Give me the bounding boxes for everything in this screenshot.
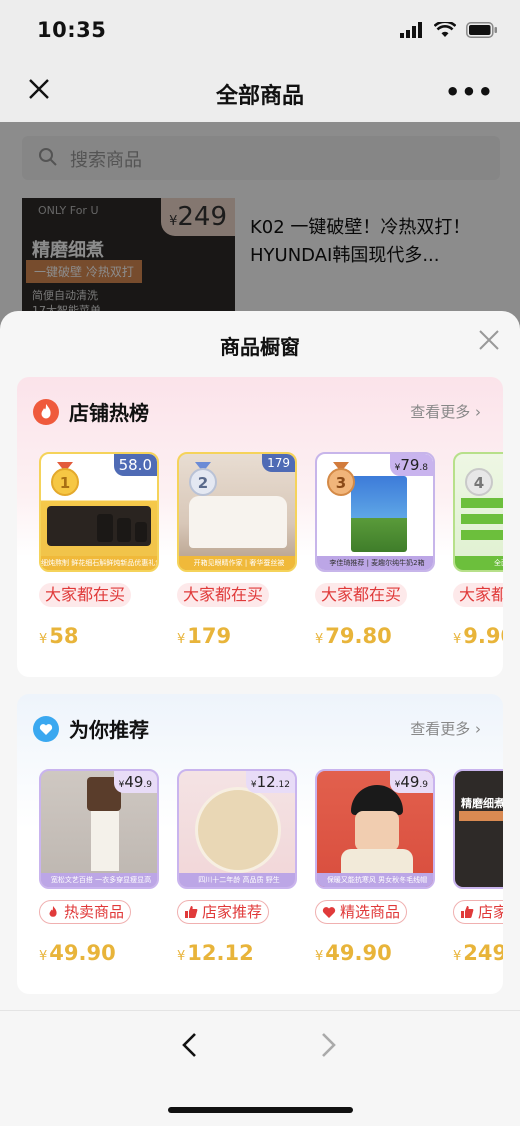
item-price: ¥179 bbox=[177, 624, 232, 648]
product-image[interactable]: ¥12.12 四川十二年龄 高品质 野生 bbox=[177, 769, 297, 889]
more-menu-button[interactable]: ••• bbox=[445, 78, 494, 106]
page-title: 全部商品 bbox=[215, 84, 304, 109]
item-price: ¥249 bbox=[453, 941, 503, 965]
image-caption: 四川十二年龄 高品质 野生 bbox=[179, 873, 295, 887]
product-image[interactable]: 1 58.0 细炖熬制 鲜花细石斛鲜炖新品优惠礼盒装 bbox=[39, 452, 159, 572]
heart-icon bbox=[33, 715, 59, 742]
image-caption: 全面保护衣物 bbox=[455, 556, 503, 570]
svg-text:4: 4 bbox=[474, 474, 484, 492]
rank-badge-icon: 4 bbox=[465, 468, 493, 496]
rank-medal-silver-icon: 2 bbox=[189, 462, 217, 496]
price-badge: ¥49.9 bbox=[113, 771, 157, 793]
item-price: ¥79.80 bbox=[315, 624, 392, 648]
product-image[interactable]: 3 ¥79.8 李佳琦推荐 | 麦趣尔纯牛奶2箱 bbox=[315, 452, 435, 572]
svg-text:2: 2 bbox=[198, 474, 208, 492]
price-badge: ¥12.12 bbox=[245, 771, 295, 793]
tag-hot-selling: 热卖商品 bbox=[39, 900, 132, 924]
thumbs-up-icon bbox=[185, 906, 198, 918]
item-price: ¥12.12 bbox=[177, 941, 254, 965]
fire-icon bbox=[33, 398, 59, 425]
rank-medal-gold-icon: 1 bbox=[51, 462, 79, 496]
image-caption: 保暖又能抗寒风 男女秋冬毛线帽 bbox=[317, 873, 433, 887]
recommend-see-more[interactable]: 查看更多 › bbox=[410, 718, 481, 739]
tag-everyone-buying: 大家都在买 bbox=[177, 583, 270, 607]
item-price: ¥58 bbox=[39, 624, 79, 648]
tag-shop-recommend: 店家推荐 bbox=[453, 900, 503, 924]
hot-list-card: 店铺热榜 查看更多 › 1 58.0 细炖熬制 鲜花细石斛鲜炖新品优惠礼盒装 大… bbox=[17, 377, 503, 677]
chevron-right-icon: › bbox=[475, 720, 481, 738]
wifi-icon bbox=[434, 22, 456, 37]
price-badge: ¥79.8 bbox=[389, 454, 433, 476]
tag-shop-recommend: 店家推荐 bbox=[177, 900, 270, 924]
item-price: ¥49.90 bbox=[39, 941, 116, 965]
tag-everyone-buying: 大家都在买 bbox=[315, 583, 408, 607]
heart-icon bbox=[322, 907, 336, 918]
rank-medal-bronze-icon: 3 bbox=[327, 462, 355, 496]
sheet-close-icon[interactable] bbox=[478, 329, 500, 351]
image-caption: 精磨细煮 bbox=[461, 797, 503, 810]
price-badge: 179 bbox=[262, 454, 295, 472]
product-image[interactable]: 2 179 开箱见眼睛作家 | 奢华蚕丝被 bbox=[177, 452, 297, 572]
thumbs-up-icon bbox=[461, 906, 474, 918]
back-arrow-icon[interactable] bbox=[180, 1031, 198, 1059]
home-indicator[interactable] bbox=[168, 1107, 353, 1113]
item-price: ¥49.90 bbox=[315, 941, 392, 965]
product-window-sheet: 商品橱窗 店铺热榜 查看更多 › 1 58.0 细炖熬制 鲜花细石斛鲜炖新品优惠… bbox=[0, 311, 520, 1126]
tag-everyone-buying: 大家都在买 bbox=[39, 583, 132, 607]
sheet-title: 商品橱窗 bbox=[220, 335, 300, 359]
recommend-title: 为你推荐 bbox=[69, 718, 149, 742]
hot-list-see-more[interactable]: 查看更多 › bbox=[410, 401, 481, 422]
product-image[interactable]: ¥49.9 保暖又能抗寒风 男女秋冬毛线帽 bbox=[315, 769, 435, 889]
recommend-items: ¥49.9 宽松文艺百搭 一衣多穿显瘦显高 热卖商品 ¥49.90 ¥12.12… bbox=[39, 769, 503, 984]
chevron-right-icon: › bbox=[475, 403, 481, 421]
image-caption: 开箱见眼睛作家 | 奢华蚕丝被 bbox=[179, 556, 295, 570]
tag-featured: 精选商品 bbox=[315, 900, 408, 924]
svg-text:3: 3 bbox=[336, 474, 346, 492]
nav-bar: 全部商品 ••• bbox=[0, 62, 520, 122]
price-badge: 58.0 bbox=[113, 454, 157, 476]
fire-icon bbox=[49, 906, 57, 917]
product-image[interactable]: 精磨细煮 bbox=[453, 769, 503, 889]
price-badge: ¥49.9 bbox=[389, 771, 433, 793]
forward-arrow-icon[interactable] bbox=[320, 1031, 338, 1059]
hot-list-title: 店铺热榜 bbox=[69, 401, 149, 425]
tag-everyone-buying: 大家都在买 bbox=[453, 583, 503, 607]
battery-icon bbox=[466, 22, 497, 38]
image-caption: 细炖熬制 鲜花细石斛鲜炖新品优惠礼盒装 bbox=[41, 556, 157, 570]
status-bar: 10:35 bbox=[0, 0, 520, 62]
image-caption: 李佳琦推荐 | 麦趣尔纯牛奶2箱 bbox=[317, 556, 433, 570]
hot-list-header: 店铺热榜 bbox=[33, 397, 149, 426]
item-price: ¥9.90 bbox=[453, 624, 503, 648]
svg-text:1: 1 bbox=[60, 474, 70, 492]
status-time: 10:35 bbox=[37, 18, 107, 42]
recommend-card: 为你推荐 查看更多 › ¥49.9 宽松文艺百搭 一衣多穿显瘦显高 热卖商品 ¥… bbox=[17, 694, 503, 994]
product-image[interactable]: ¥49.9 宽松文艺百搭 一衣多穿显瘦显高 bbox=[39, 769, 159, 889]
product-image[interactable]: 4 全面保护衣物 bbox=[453, 452, 503, 572]
recommend-header: 为你推荐 bbox=[33, 714, 149, 743]
status-icons bbox=[400, 22, 498, 38]
signal-icon bbox=[400, 22, 422, 38]
image-caption: 宽松文艺百搭 一衣多穿显瘦显高 bbox=[41, 873, 157, 887]
hot-list-items: 1 58.0 细炖熬制 鲜花细石斛鲜炖新品优惠礼盒装 大家都在买 ¥58 2 1… bbox=[39, 452, 503, 667]
